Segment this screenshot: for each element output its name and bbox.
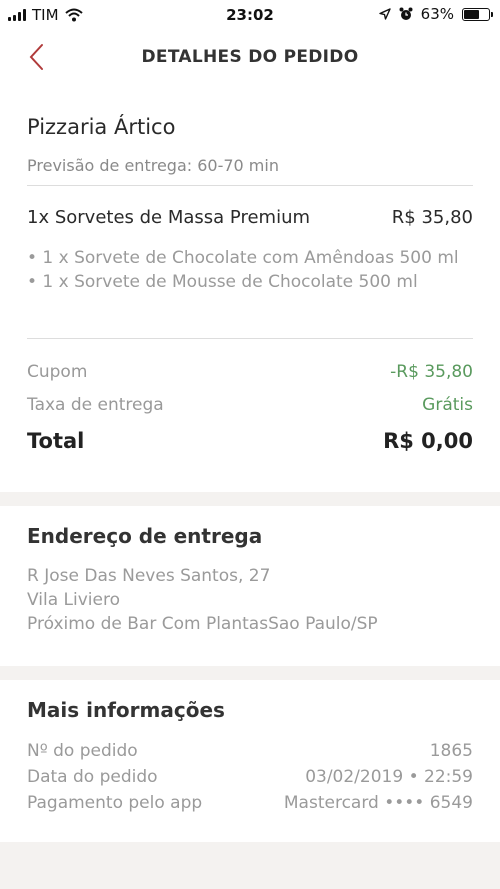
delivery-eta: Previsão de entrega: 60-70 min <box>27 156 279 175</box>
address-line: Vila Liviero <box>27 590 120 610</box>
address-title: Endereço de entrega <box>27 524 263 548</box>
order-item-row: 1x Sorvetes de Massa Premium R$ 35,80 <box>27 207 473 228</box>
info-value: Mastercard •••• 6549 <box>283 793 473 813</box>
order-summary-card: Pizzaria Ártico Previsão de entrega: 60-… <box>0 90 500 492</box>
item-detail: • 1 x Sorvete de Chocolate com Amêndoas … <box>27 248 459 268</box>
item-name: 1x Sorvetes de Massa Premium <box>27 207 311 228</box>
store-name: Pizzaria Ártico <box>27 115 176 139</box>
info-label: Nº do pedido <box>27 741 138 761</box>
address-line: R Jose Das Neves Santos, 27 <box>27 566 271 586</box>
info-label: Pagamento pelo app <box>27 793 203 813</box>
item-details: • 1 x Sorvete de Chocolate com Amêndoas … <box>27 246 460 294</box>
delivery-fee-value: Grátis <box>422 395 473 415</box>
item-price: R$ 35,80 <box>391 207 473 228</box>
battery-percent: 63% <box>420 5 454 23</box>
status-right: 63% <box>378 5 493 23</box>
order-date-row: Data do pedido 03/02/2019 • 22:59 <box>27 764 473 790</box>
more-info-card: Mais informações Nº do pedido 1865 Data … <box>0 680 500 842</box>
info-rows: Nº do pedido 1865 Data do pedido 03/02/2… <box>27 738 473 816</box>
coupon-value: -R$ 35,80 <box>390 362 473 382</box>
location-arrow-icon <box>378 8 391 20</box>
nav-bar: DETALHES DO PEDIDO <box>0 30 500 90</box>
item-detail: • 1 x Sorvete de Mousse de Chocolate 500… <box>27 272 418 292</box>
address-text: R Jose Das Neves Santos, 27 Vila Liviero… <box>27 564 378 636</box>
address-line: Próximo de Bar Com PlantasSao Paulo/SP <box>27 614 378 634</box>
total-label: Total <box>27 429 85 453</box>
info-value: 1865 <box>429 741 473 761</box>
info-title: Mais informações <box>27 698 225 722</box>
total-row: Total R$ 0,00 <box>27 429 473 453</box>
status-bar: TIM 23:02 63% <box>0 0 500 30</box>
info-label: Data do pedido <box>27 767 158 787</box>
divider <box>27 338 473 339</box>
total-value: R$ 0,00 <box>383 429 473 453</box>
battery-icon <box>462 7 493 21</box>
delivery-address-card: Endereço de entrega R Jose Das Neves San… <box>0 506 500 666</box>
battery-fill <box>464 9 480 19</box>
coupon-label: Cupom <box>27 362 88 382</box>
info-value: 03/02/2019 • 22:59 <box>305 767 473 787</box>
delivery-fee-label: Taxa de entrega <box>27 395 164 415</box>
payment-row: Pagamento pelo app Mastercard •••• 6549 <box>27 790 473 816</box>
alarm-clock-icon <box>399 7 413 20</box>
order-number-row: Nº do pedido 1865 <box>27 738 473 764</box>
coupon-row: Cupom -R$ 35,80 <box>27 362 473 382</box>
page-title: DETALHES DO PEDIDO <box>141 47 359 67</box>
delivery-fee-row: Taxa de entrega Grátis <box>27 395 473 415</box>
divider <box>27 185 473 186</box>
